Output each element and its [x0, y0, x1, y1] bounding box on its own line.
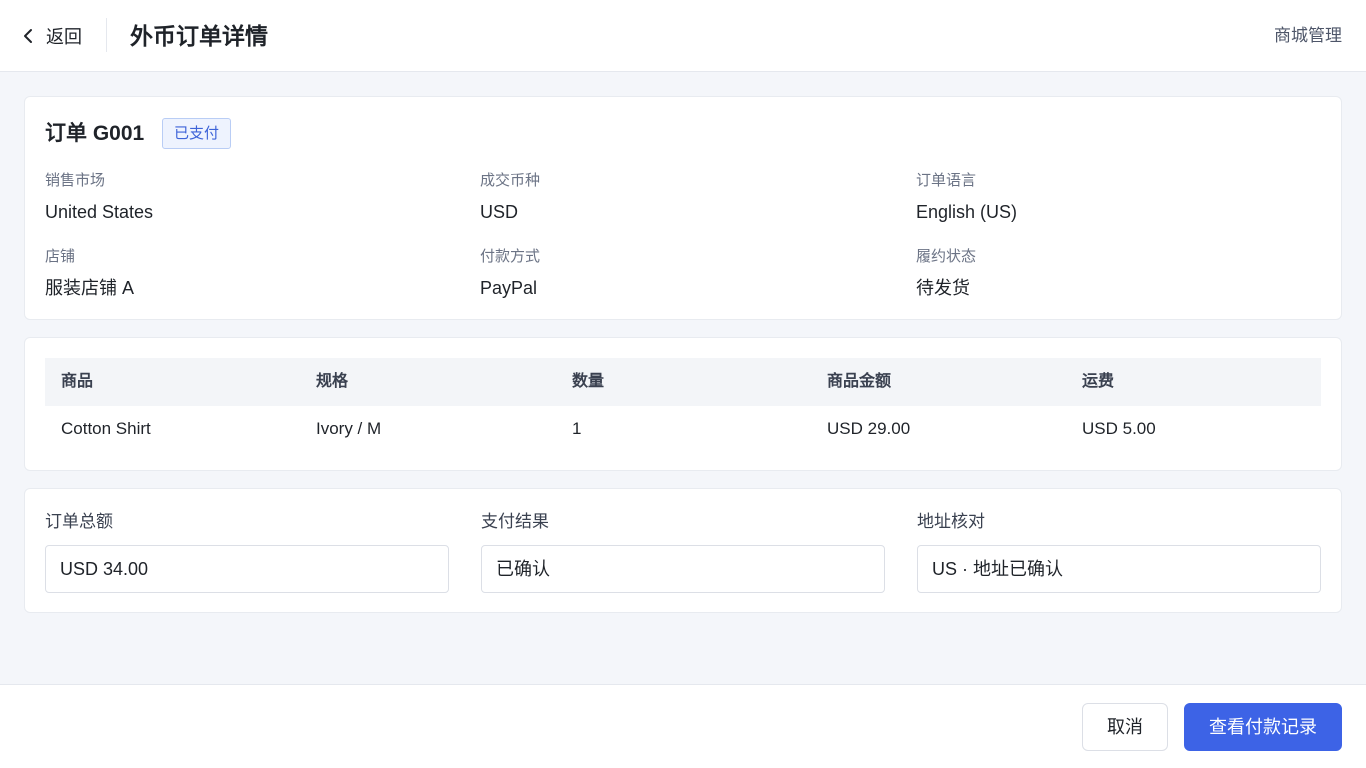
order-title: 订单 G001 [45, 122, 145, 145]
column-header-shipping: 运费 [1082, 373, 1115, 390]
column-header-amount: 商品金额 [827, 373, 892, 390]
view-payment-records-button[interactable]: 查看付款记录 [1184, 703, 1342, 751]
cell-product: Cotton Shirt [61, 419, 151, 438]
field-label: 销售市场 [45, 172, 106, 189]
header-divider [106, 18, 107, 52]
column-header-product: 商品 [61, 373, 94, 390]
summary-address-check: 地址核对 US · 地址已确认 [917, 511, 1321, 593]
field-store: 店铺 服装店铺 A [45, 247, 134, 300]
status-badge: 已支付 [162, 118, 232, 149]
field-sales-market: 销售市场 United States [45, 171, 153, 224]
order-info-card: 订单 G001 已支付 销售市场 United States 成交币种 USD … [24, 96, 1342, 320]
field-order-language: 订单语言 English (US) [916, 171, 1017, 224]
cell-shipping: USD 5.00 [1082, 419, 1156, 438]
field-label: 店铺 [45, 248, 76, 265]
field-label: 成交币种 [480, 172, 541, 189]
field-label: 履约状态 [916, 248, 977, 265]
summary-label: 订单总额 [45, 512, 113, 531]
field-payment-method: 付款方式 PayPal [480, 247, 540, 300]
field-value: PayPal [480, 278, 538, 298]
items-table-card: 商品 规格 数量 商品金额 运费 Cotton Shirt Ivory / M … [24, 337, 1342, 471]
address-check-field: US · 地址已确认 [917, 545, 1321, 593]
summary-payment-result: 支付结果 已确认 [481, 511, 885, 593]
field-label: 订单语言 [916, 172, 977, 189]
field-label: 付款方式 [480, 248, 541, 265]
back-button[interactable]: 返回 [22, 22, 82, 50]
back-label: 返回 [46, 27, 82, 47]
cell-amount: USD 29.00 [827, 419, 911, 438]
mall-management-link[interactable]: 商城管理 [1274, 22, 1342, 50]
table-header: 商品 规格 数量 商品金额 运费 [45, 358, 1321, 406]
field-value: 待发货 [916, 278, 970, 298]
column-header-spec: 规格 [316, 373, 349, 390]
column-header-quantity: 数量 [572, 373, 605, 390]
field-value: United States [45, 202, 154, 222]
summary-label: 支付结果 [481, 512, 549, 531]
summary-card: 订单总额 USD 34.00 支付结果 已确认 地址核对 US · 地址已确认 [24, 488, 1342, 613]
cell-quantity: 1 [572, 419, 582, 438]
field-currency: 成交币种 USD [480, 171, 540, 224]
page-title: 外币订单详情 [130, 23, 268, 49]
field-value: USD [480, 202, 519, 222]
field-fulfillment-status: 履约状态 待发货 [916, 247, 976, 300]
order-total-field: USD 34.00 [45, 545, 449, 593]
field-value: English (US) [916, 202, 1018, 222]
footer-bar: 取消 查看付款记录 [0, 684, 1366, 768]
top-header: 返回 外币订单详情 商城管理 [0, 0, 1366, 72]
summary-order-total: 订单总额 USD 34.00 [45, 511, 449, 593]
cell-spec: Ivory / M [316, 419, 382, 438]
field-value: 服装店铺 A [45, 278, 135, 298]
chevron-left-icon [22, 22, 38, 50]
summary-label: 地址核对 [917, 512, 985, 531]
payment-result-field: 已确认 [481, 545, 885, 593]
cancel-button[interactable]: 取消 [1082, 703, 1168, 751]
